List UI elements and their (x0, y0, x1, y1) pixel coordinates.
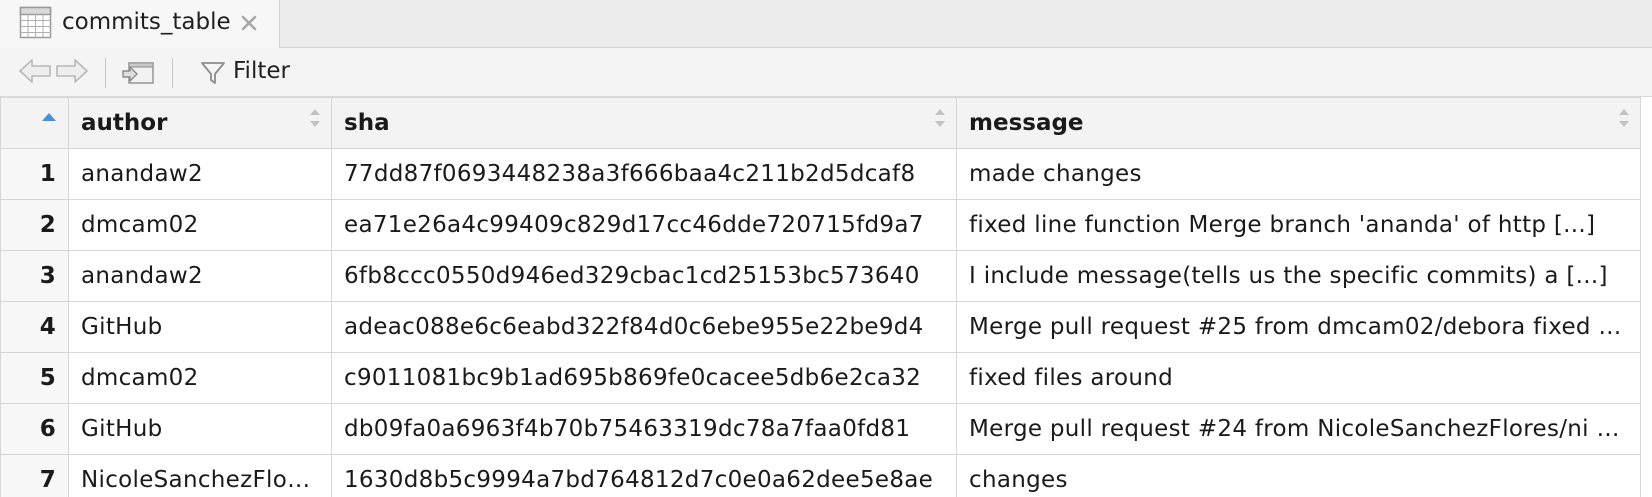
commits-table: author sha message 1 anandaw2 77dd87f069… (0, 97, 1641, 497)
cell-message[interactable]: Merge pull request #24 from NicoleSanche… (956, 403, 1641, 455)
filter-label: Filter (233, 58, 290, 84)
cell-sha[interactable]: 77dd87f0693448238a3f666baa4c211b2d5dcaf8 (331, 148, 957, 200)
table-row[interactable]: 7 NicoleSanchezFlores 1630d8b5c9994a7bd7… (0, 454, 1641, 497)
row-number-header[interactable] (0, 97, 69, 149)
cell-message[interactable]: fixed files around (956, 352, 1641, 404)
cell-message[interactable]: I include message(tells us the specific … (956, 250, 1641, 302)
arrow-right-icon[interactable] (55, 57, 89, 85)
data-grid: author sha message 1 anandaw2 77dd87f069… (0, 97, 1652, 497)
row-number: 5 (0, 352, 69, 404)
toolbar-separator (172, 58, 173, 88)
tab-title: commits_table (62, 9, 231, 35)
table-icon (19, 6, 52, 39)
arrow-left-icon[interactable] (18, 57, 52, 85)
cell-author[interactable]: dmcam02 (68, 199, 332, 251)
header-row: author sha message (0, 97, 1641, 149)
cell-author[interactable]: anandaw2 (68, 250, 332, 302)
tab-commits-table[interactable]: commits_table (0, 0, 280, 48)
table-row[interactable]: 6 GitHub db09fa0a6963f4b70b75463319dc78a… (0, 403, 1641, 455)
filter-button[interactable]: Filter (196, 54, 296, 90)
toolbar-separator (105, 58, 106, 88)
cell-sha[interactable]: 1630d8b5c9994a7bd764812d7c0e0a62dee5e8ae (331, 454, 957, 497)
table-row[interactable]: 5 dmcam02 c9011081bc9b1ad695b869fe0cacee… (0, 352, 1641, 404)
row-number: 3 (0, 250, 69, 302)
cell-sha[interactable]: ea71e26a4c99409c829d17cc46dde720715fd9a7 (331, 199, 957, 251)
tab-strip: commits_table (0, 0, 1652, 48)
cell-message[interactable]: changes (956, 454, 1641, 497)
toolbar: Filter (0, 48, 1652, 97)
cell-author[interactable]: dmcam02 (68, 352, 332, 404)
column-header-sha[interactable]: sha (331, 97, 957, 149)
column-header-label: author (81, 110, 168, 136)
table-row[interactable]: 1 anandaw2 77dd87f0693448238a3f666baa4c2… (0, 148, 1641, 200)
cell-sha[interactable]: 6fb8ccc0550d946ed329cbac1cd25153bc573640 (331, 250, 957, 302)
cell-author[interactable]: anandaw2 (68, 148, 332, 200)
cell-message[interactable]: made changes (956, 148, 1641, 200)
table-row[interactable]: 3 anandaw2 6fb8ccc0550d946ed329cbac1cd25… (0, 250, 1641, 302)
column-header-label: sha (344, 110, 390, 136)
show-in-window-icon[interactable] (120, 57, 156, 87)
table-row[interactable]: 4 GitHub adeac088e6c6eabd322f84d0c6ebe95… (0, 301, 1641, 353)
cell-author[interactable]: NicoleSanchezFlores (68, 454, 332, 497)
row-number: 6 (0, 403, 69, 455)
cell-sha[interactable]: c9011081bc9b1ad695b869fe0cacee5db6e2ca32 (331, 352, 957, 404)
sort-ascending-icon (42, 113, 56, 121)
sort-icon (310, 109, 320, 127)
column-header-message[interactable]: message (956, 97, 1641, 149)
column-header-label: message (969, 110, 1084, 136)
cell-sha[interactable]: adeac088e6c6eabd322f84d0c6ebe955e22be9d4 (331, 301, 957, 353)
cell-sha[interactable]: db09fa0a6963f4b70b75463319dc78a7faa0fd81 (331, 403, 957, 455)
row-number: 7 (0, 454, 69, 497)
sort-icon (1619, 109, 1629, 127)
cell-message[interactable]: Merge pull request #25 from dmcam02/debo… (956, 301, 1641, 353)
row-number: 1 (0, 148, 69, 200)
funnel-icon (201, 62, 225, 84)
sort-icon (935, 109, 945, 127)
cell-author[interactable]: GitHub (68, 301, 332, 353)
row-number: 4 (0, 301, 69, 353)
table-row[interactable]: 2 dmcam02 ea71e26a4c99409c829d17cc46dde7… (0, 199, 1641, 251)
close-icon[interactable] (240, 14, 258, 32)
row-number: 2 (0, 199, 69, 251)
cell-author[interactable]: GitHub (68, 403, 332, 455)
cell-message[interactable]: fixed line function Merge branch 'ananda… (956, 199, 1641, 251)
column-header-author[interactable]: author (68, 97, 332, 149)
